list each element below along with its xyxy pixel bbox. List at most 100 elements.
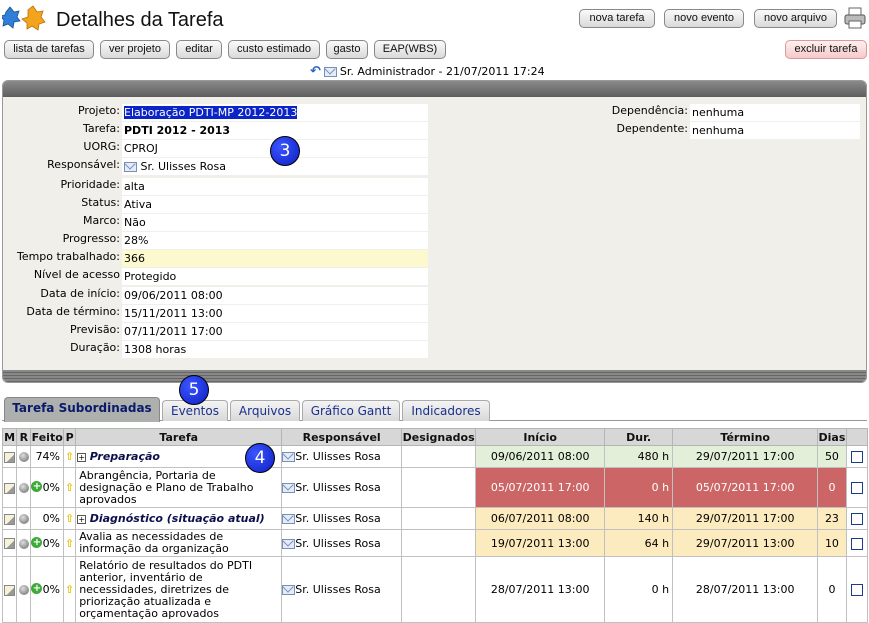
mail-icon[interactable]	[124, 162, 137, 172]
col-m[interactable]: M	[1, 428, 18, 446]
row-assigned	[401, 556, 477, 623]
dependent-value: nenhuma	[690, 122, 860, 139]
edit-icon[interactable]	[4, 513, 16, 525]
col-dur[interactable]: Dur.	[604, 428, 674, 446]
col-tarefa[interactable]: Tarefa	[75, 428, 283, 446]
access-level-label: Nível de acesso	[33, 268, 120, 281]
col-feito[interactable]: Feito	[30, 428, 65, 446]
row-responsible: Sr. Ulisses Rosa	[295, 481, 381, 494]
row-assigned	[401, 445, 477, 468]
row-task[interactable]: Relatório de resultados do PDTI anterior…	[75, 556, 283, 623]
col-designados[interactable]: Designados	[401, 428, 477, 446]
col-select	[845, 428, 869, 446]
task-list-button[interactable]: lista de tarefas	[4, 40, 94, 59]
status-label: Status:	[81, 196, 120, 209]
status-dot-icon	[18, 483, 29, 493]
duration-value: 1308 horas	[122, 341, 428, 358]
row-task[interactable]: Preparação	[90, 450, 160, 463]
mail-icon[interactable]	[282, 585, 296, 595]
dependency-label: Dependência:	[611, 104, 688, 117]
status-dot-icon	[18, 585, 29, 595]
time-worked-label: Tempo trabalhado:	[16, 250, 120, 263]
expand-icon[interactable]: +	[77, 514, 87, 524]
edit-icon[interactable]	[4, 584, 16, 596]
time-worked-value: 366	[122, 250, 428, 267]
undo-icon[interactable]: ↶	[310, 64, 321, 79]
spent-button[interactable]: gasto	[326, 40, 368, 59]
end-date-label: Data de término:	[26, 305, 120, 318]
row-done: +0%	[30, 529, 65, 557]
row-checkbox[interactable]	[850, 513, 863, 525]
add-icon[interactable]: +	[31, 536, 43, 548]
edit-icon[interactable]	[4, 482, 16, 494]
status-dot-icon	[18, 452, 29, 462]
row-days: 50	[817, 445, 847, 468]
tab-gantt[interactable]: Gráfico Gantt	[302, 400, 400, 421]
new-file-button[interactable]: novo arquivo	[754, 9, 837, 28]
row-days: 10	[817, 529, 847, 557]
table-row: 74% ⇧ + Preparação Sr. Ulisses Rosa 09/0…	[1, 445, 869, 468]
edit-icon[interactable]	[4, 451, 16, 463]
edit-button[interactable]: editar	[176, 40, 222, 59]
row-assigned	[401, 529, 477, 557]
annotation-badge-4: 4	[245, 443, 275, 473]
view-project-button[interactable]: ver projeto	[100, 40, 170, 59]
mail-icon[interactable]	[282, 483, 296, 493]
col-responsavel[interactable]: Responsável	[281, 428, 403, 446]
user-timestamp: Sr. Administrador - 21/07/2011 17:24	[339, 65, 545, 78]
row-assigned	[401, 467, 477, 508]
printer-icon[interactable]	[843, 6, 867, 30]
expand-icon[interactable]: +	[77, 452, 87, 462]
app-logo-icon	[2, 5, 46, 31]
row-checkbox[interactable]	[850, 537, 863, 550]
priority-up-icon: ⇧	[64, 481, 75, 495]
progress-value: 28%	[122, 232, 428, 249]
add-icon[interactable]: +	[31, 481, 43, 492]
mail-icon[interactable]	[282, 538, 296, 549]
table-row: +0% ⇧ Relatório de resultados do PDTI an…	[1, 556, 869, 623]
estimated-cost-button[interactable]: custo estimado	[228, 40, 320, 59]
row-start: 06/07/2011 08:00	[475, 507, 606, 530]
edit-icon[interactable]	[4, 538, 16, 549]
row-end: 05/07/2011 17:00	[672, 467, 819, 508]
status-dot-icon	[18, 514, 29, 524]
table-row: +0% ⇧ Abrangência, Portaria de designaçã…	[1, 467, 869, 508]
row-assigned	[401, 507, 477, 530]
row-task[interactable]: Abrangência, Portaria de designação e Pl…	[75, 467, 283, 508]
col-termino[interactable]: Término	[672, 428, 819, 446]
user-line: ↶ Sr. Administrador - 21/07/2011 17:24	[310, 64, 545, 79]
mail-icon[interactable]	[323, 66, 337, 77]
duration-label: Duração:	[70, 341, 120, 354]
milestone-label: Marco:	[83, 214, 120, 227]
row-start: 09/06/2011 08:00	[475, 445, 606, 468]
col-inicio[interactable]: Início	[475, 428, 606, 446]
wbs-button[interactable]: EAP(WBS)	[374, 40, 446, 59]
tab-files[interactable]: Arquivos	[230, 400, 300, 421]
row-checkbox[interactable]	[850, 584, 863, 596]
row-checkbox[interactable]	[850, 451, 863, 463]
row-task[interactable]: Diagnóstico (situação atual)	[90, 512, 265, 525]
row-end: 29/07/2011 17:00	[672, 507, 819, 530]
status-dot-icon	[18, 538, 29, 549]
delete-task-button[interactable]: excluir tarefa	[785, 40, 867, 59]
tab-subtasks[interactable]: Tarefa Subordinadas	[4, 397, 160, 422]
row-end: 28/07/2011 13:00	[672, 556, 819, 623]
new-event-button[interactable]: novo evento	[664, 9, 744, 28]
add-icon[interactable]: +	[31, 583, 43, 594]
dependent-label: Dependente:	[616, 122, 688, 135]
mail-icon[interactable]	[282, 452, 296, 462]
row-task[interactable]: Avalia as necessidades de informação da …	[75, 529, 283, 557]
row-start: 19/07/2011 13:00	[475, 529, 606, 557]
annotation-badge-3: 3	[270, 136, 300, 166]
row-duration: 64 h	[604, 529, 674, 557]
tab-indicators[interactable]: Indicadores	[402, 400, 490, 421]
col-r[interactable]: R	[16, 428, 32, 446]
mail-icon[interactable]	[282, 514, 296, 524]
row-checkbox[interactable]	[850, 482, 863, 494]
col-dias[interactable]: Dias	[817, 428, 847, 446]
status-value: Ativa	[122, 196, 428, 213]
subtasks-table: M R Feito P Tarefa Responsável Designado…	[1, 428, 869, 623]
new-task-button[interactable]: nova tarefa	[579, 9, 655, 28]
row-responsible: Sr. Ulisses Rosa	[295, 583, 381, 596]
col-p[interactable]: P	[63, 428, 77, 446]
